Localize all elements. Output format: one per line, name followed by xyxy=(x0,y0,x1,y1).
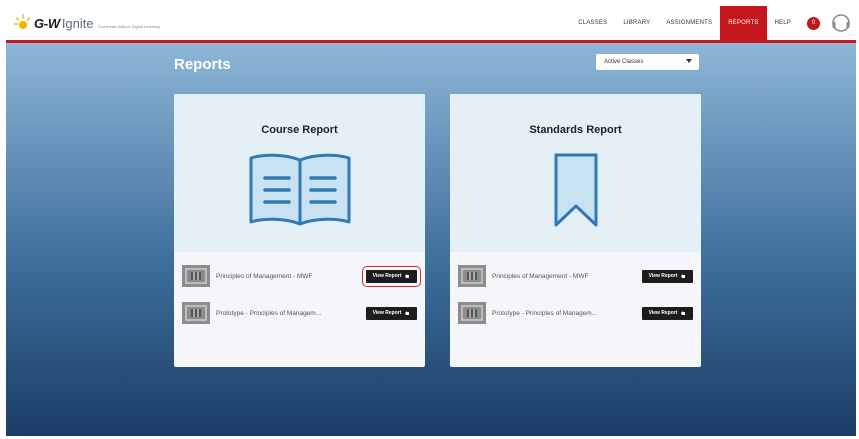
view-report-label: View Report xyxy=(648,273,678,279)
open-book-icon xyxy=(249,153,350,226)
notification-badge[interactable]: 0 xyxy=(807,16,820,30)
view-report-button[interactable]: View Report xyxy=(642,269,693,283)
report-row: Prototype - Principles of Managem... Vie… xyxy=(182,301,417,325)
class-filter-select[interactable]: Active Classes xyxy=(596,54,699,70)
page-title: Reports xyxy=(174,56,231,73)
view-report-label: View Report xyxy=(648,310,678,316)
class-name: Prototype - Principles of Managem... xyxy=(492,309,598,317)
chevron-down-icon xyxy=(686,59,692,63)
view-report-button[interactable]: View Report xyxy=(366,306,417,320)
nav-library[interactable]: LIBRARY xyxy=(615,6,658,40)
course-report-header: Course Report xyxy=(174,94,425,252)
nav-assignments[interactable]: ASSIGNMENTS xyxy=(658,6,720,40)
pointer-hand-icon xyxy=(681,311,686,315)
standards-report-card: Standards Report Principles of Managemen… xyxy=(450,94,701,367)
pointer-hand-icon xyxy=(405,311,410,315)
headset-icon[interactable] xyxy=(830,12,852,34)
class-thumbnail xyxy=(182,265,210,287)
logo-brand: G-W xyxy=(34,15,60,31)
class-thumbnail xyxy=(458,265,486,287)
course-report-card: Course Report Principles of Management -… xyxy=(174,94,425,367)
class-thumbnail xyxy=(182,302,210,324)
logo-tagline: Goodheart-Willcox Digital Learning xyxy=(97,23,160,29)
reports-main-area: Reports Active Classes Course Report Pri… xyxy=(6,43,856,436)
nav-reports[interactable]: REPORTS xyxy=(720,6,767,40)
bookmark-icon xyxy=(554,153,597,227)
gw-ignite-logo[interactable]: G-W Ignite Goodheart-Willcox Digital Lea… xyxy=(14,13,159,33)
top-navigation-bar: G-W Ignite Goodheart-Willcox Digital Lea… xyxy=(6,6,856,43)
view-report-button[interactable]: View Report xyxy=(642,306,693,320)
card-title: Standards Report xyxy=(529,124,622,136)
logo-brand-name: Ignite xyxy=(61,15,94,31)
class-name: Principles of Management - MWF xyxy=(216,272,313,280)
nav-help[interactable]: HELP xyxy=(767,6,799,40)
report-row: Principles of Management - MWF View Repo… xyxy=(182,264,421,288)
main-nav: CLASSES LIBRARY ASSIGNMENTS REPORTS HELP… xyxy=(570,6,820,40)
app-window: G-W Ignite Goodheart-Willcox Digital Lea… xyxy=(0,0,859,439)
view-report-button[interactable]: View Report xyxy=(362,265,421,287)
nav-classes[interactable]: CLASSES xyxy=(570,6,615,40)
view-report-label: View Report xyxy=(372,310,402,316)
pointer-hand-icon xyxy=(681,274,686,278)
card-title: Course Report xyxy=(261,124,338,136)
report-row: Principles of Management - MWF View Repo… xyxy=(458,264,693,288)
standards-report-header: Standards Report xyxy=(450,94,701,252)
pointer-hand-icon xyxy=(405,274,410,278)
class-thumbnail xyxy=(458,302,486,324)
class-name: Prototype - Principles of Managem... xyxy=(216,309,322,317)
sun-logo-icon xyxy=(14,14,32,32)
class-name: Principles of Management - MWF xyxy=(492,272,589,280)
report-row: Prototype - Principles of Managem... Vie… xyxy=(458,301,693,325)
class-filter-value: Active Classes xyxy=(604,59,644,65)
view-report-label: View Report xyxy=(372,273,402,279)
